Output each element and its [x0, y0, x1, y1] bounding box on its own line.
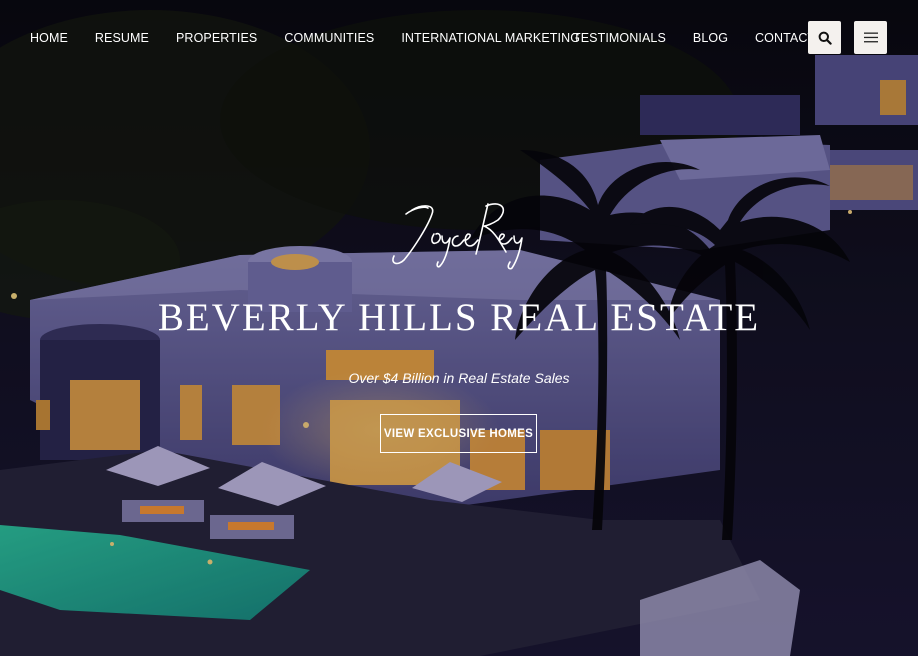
hero-tagline: Over $4 Billion in Real Estate Sales	[348, 370, 570, 386]
hero-section: HOME RESUME PROPERTIES COMMUNITIES INTER…	[0, 0, 918, 656]
view-exclusive-homes-button[interactable]: VIEW EXCLUSIVE HOMES	[380, 414, 537, 453]
nav-left-group: HOME RESUME PROPERTIES COMMUNITIES INTER…	[30, 30, 607, 46]
nav-home-link[interactable]: HOME	[30, 30, 68, 46]
joyce-rey-signature-logo[interactable]	[384, 196, 534, 276]
nav-contact-link[interactable]: CONTACT	[755, 30, 815, 46]
nav-testimonials-link[interactable]: TESTIMONIALS	[573, 30, 666, 46]
search-icon	[818, 31, 832, 45]
top-navigation: HOME RESUME PROPERTIES COMMUNITIES INTER…	[0, 0, 918, 76]
nav-blog-link[interactable]: BLOG	[693, 30, 728, 46]
hero-headline: BEVERLY HILLS REAL ESTATE	[157, 296, 761, 339]
nav-properties-link[interactable]: PROPERTIES	[176, 30, 257, 46]
nav-right-group: TESTIMONIALS BLOG CONTACT	[573, 30, 842, 46]
menu-button[interactable]	[854, 21, 887, 54]
nav-international-marketing-link[interactable]: INTERNATIONAL MARKETING	[401, 30, 580, 46]
search-button[interactable]	[808, 21, 841, 54]
hamburger-menu-icon	[863, 32, 878, 43]
nav-communities-link[interactable]: COMMUNITIES	[284, 30, 374, 46]
nav-resume-link[interactable]: RESUME	[95, 30, 149, 46]
